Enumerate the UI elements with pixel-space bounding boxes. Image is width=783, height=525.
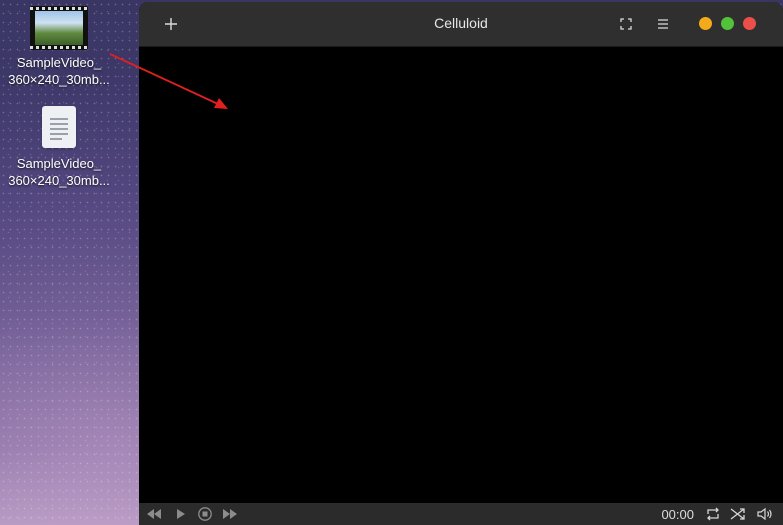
annotation-arrow (109, 53, 228, 109)
